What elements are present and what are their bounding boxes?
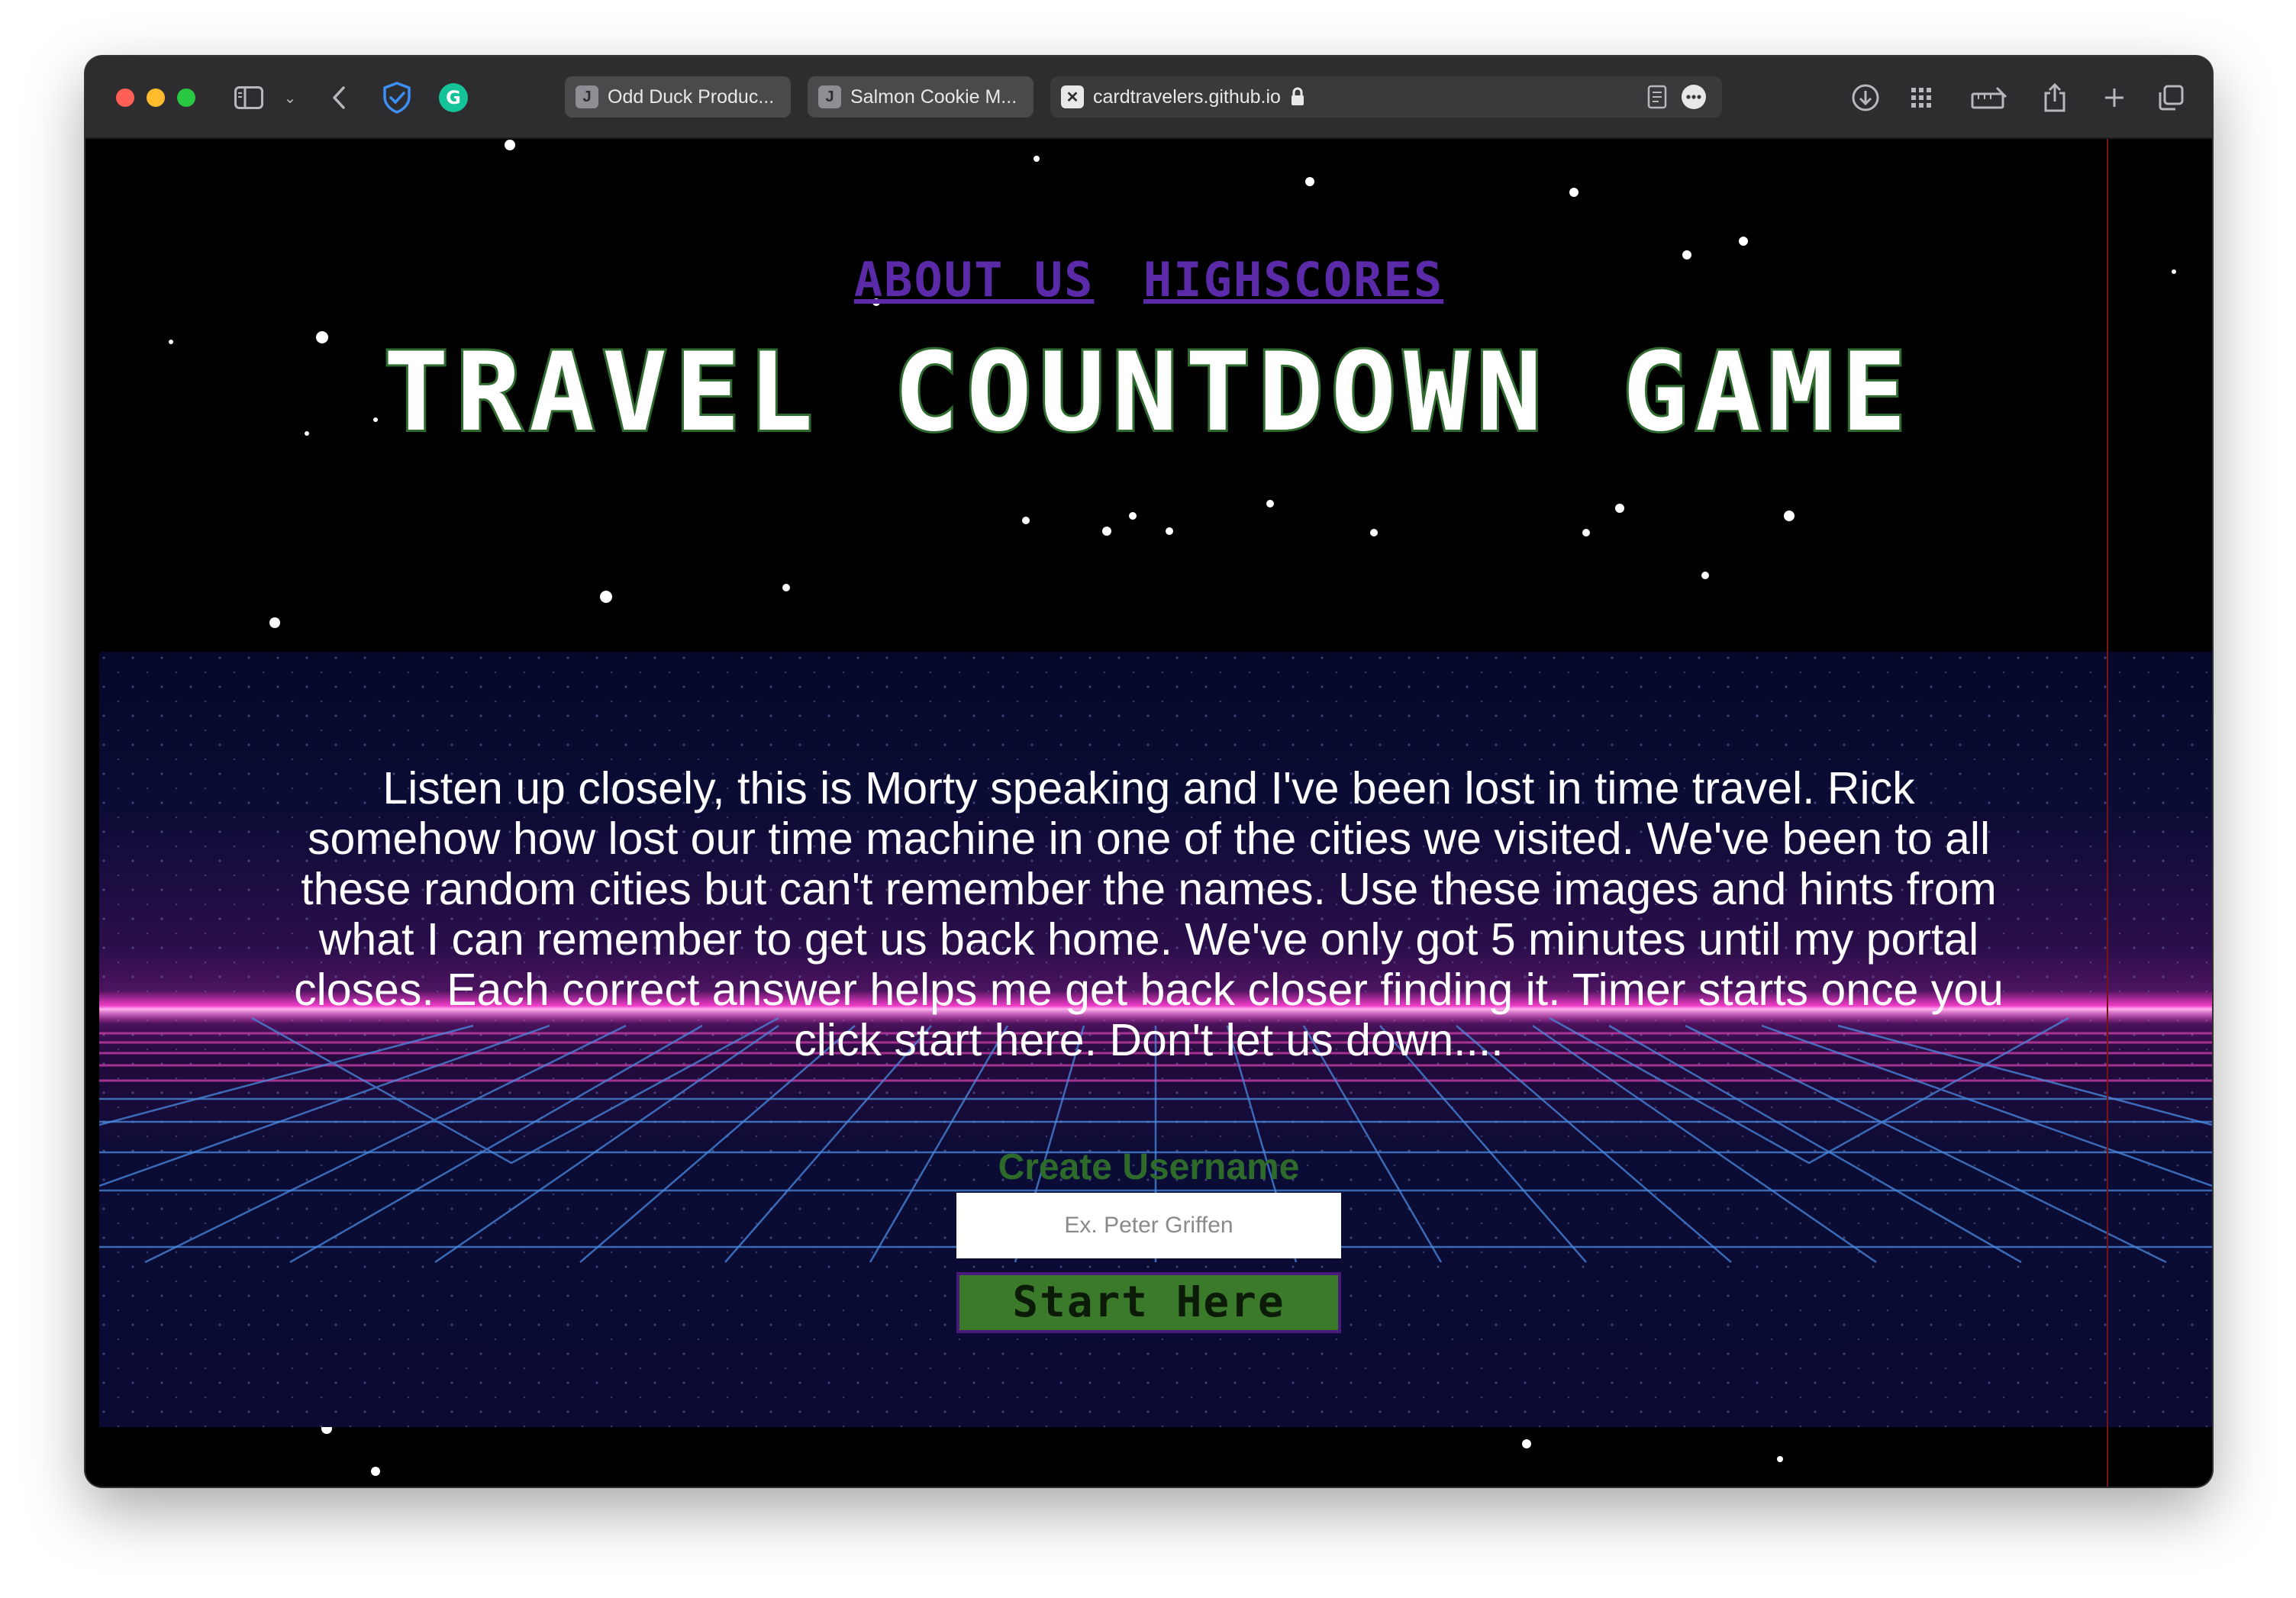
chevron-down-icon[interactable]: ⌄ bbox=[281, 79, 299, 116]
web-page: ABOUT US HIGHSCORES TRAVEL COUNTDOWN GAM… bbox=[85, 139, 2212, 1487]
address-url: cardtravelers.github.io bbox=[1093, 85, 1281, 108]
sidebar-toggle-icon[interactable] bbox=[231, 79, 267, 116]
tab-favicon: J bbox=[818, 85, 841, 108]
tab-label: Odd Duck Produc... bbox=[608, 85, 775, 108]
lock-icon bbox=[1290, 87, 1305, 107]
extensions-grid-icon[interactable] bbox=[1905, 79, 1942, 116]
top-nav: ABOUT US HIGHSCORES bbox=[85, 252, 2212, 308]
close-window-button[interactable] bbox=[116, 89, 134, 107]
more-options-icon[interactable] bbox=[1681, 84, 1707, 110]
start-button[interactable]: Start Here bbox=[956, 1272, 1341, 1333]
username-input[interactable] bbox=[956, 1193, 1341, 1258]
tab-overview-icon[interactable] bbox=[2152, 79, 2189, 116]
browser-toolbar: ⌄ G J Odd Duck Produc... J Salmon Cookie… bbox=[85, 56, 2212, 139]
privacy-shield-icon[interactable] bbox=[379, 79, 415, 116]
svg-text:G: G bbox=[446, 87, 461, 108]
tab-label: Salmon Cookie M... bbox=[850, 85, 1017, 108]
back-arrow-icon[interactable] bbox=[324, 79, 354, 116]
page-title: TRAVEL COUNTDOWN GAME bbox=[381, 327, 1914, 458]
minimize-window-button[interactable] bbox=[147, 89, 165, 107]
username-label: Create Username bbox=[998, 1147, 1300, 1187]
downloads-icon[interactable] bbox=[1847, 79, 1884, 116]
share-icon[interactable] bbox=[2036, 79, 2073, 116]
x-square-icon: ✕ bbox=[1061, 85, 1084, 108]
zoom-window-button[interactable] bbox=[177, 89, 195, 107]
tab-salmon-cookie[interactable]: J Salmon Cookie M... bbox=[808, 76, 1034, 118]
browser-window: ⌄ G J Odd Duck Produc... J Salmon Cookie… bbox=[85, 56, 2212, 1487]
screen-ruler-icon[interactable] bbox=[1968, 79, 2011, 116]
nav-link-about-us[interactable]: ABOUT US bbox=[854, 252, 1095, 308]
address-bar[interactable]: ✕ cardtravelers.github.io bbox=[1050, 76, 1722, 118]
username-form: Create Username Start Here bbox=[85, 1146, 2212, 1333]
nav-link-highscores[interactable]: HIGHSCORES bbox=[1143, 252, 1443, 308]
reader-mode-icon[interactable] bbox=[1647, 85, 1667, 109]
intro-story-text: Listen up closely, this is Morty speakin… bbox=[294, 763, 2004, 1065]
tab-favicon: J bbox=[576, 85, 598, 108]
grammarly-extension-icon[interactable]: G bbox=[435, 79, 472, 116]
tab-odd-duck[interactable]: J Odd Duck Produc... bbox=[565, 76, 791, 118]
new-tab-plus-icon[interactable] bbox=[2096, 79, 2133, 116]
